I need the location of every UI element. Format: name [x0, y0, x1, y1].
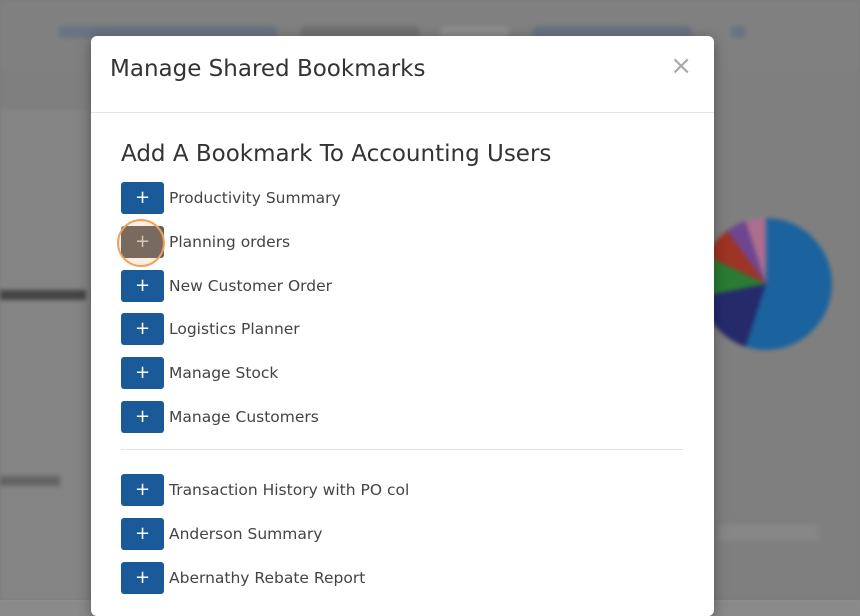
bookmark-list: + Productivity Summary + Planning orders…: [121, 182, 683, 605]
bookmark-item: + Manage Customers: [121, 400, 683, 433]
add-bookmark-button[interactable]: +: [121, 313, 164, 346]
bookmark-item: + Logistics Planner: [121, 313, 683, 346]
bookmark-item: + Productivity Summary: [121, 182, 683, 214]
bookmark-item: + Manage Stock: [121, 357, 683, 390]
modal-header: Manage Shared Bookmarks ×: [91, 36, 714, 113]
add-bookmark-button[interactable]: +: [121, 225, 164, 258]
add-bookmark-button[interactable]: +: [121, 473, 164, 506]
bookmark-label: Logistics Planner: [169, 320, 300, 339]
add-bookmark-button[interactable]: +: [121, 182, 164, 214]
add-bookmark-button[interactable]: +: [121, 269, 164, 302]
modal-title: Manage Shared Bookmarks: [110, 56, 426, 82]
bookmark-item: + Abernathy Rebate Report: [121, 561, 683, 594]
bookmark-label: Productivity Summary: [169, 189, 341, 207]
bookmark-item: + Transaction History with PO col: [121, 473, 683, 506]
bookmark-label: Abernathy Rebate Report: [169, 568, 366, 587]
bookmark-label: Planning orders: [169, 232, 291, 251]
bookmark-label: New Customer Order: [169, 276, 332, 295]
bookmark-label: Manage Stock: [169, 364, 279, 383]
add-bookmark-button[interactable]: +: [121, 561, 164, 594]
bookmark-item: + New Customer Order: [121, 269, 683, 302]
add-bookmark-button[interactable]: +: [121, 357, 164, 390]
bookmark-label: Transaction History with PO col: [169, 480, 410, 499]
section-title: Add A Bookmark To Accounting Users: [121, 141, 552, 167]
bookmark-item: + Planning orders: [121, 225, 683, 258]
manage-bookmarks-modal: Manage Shared Bookmarks × Add A Bookmark…: [91, 36, 714, 616]
section-divider: [121, 448, 683, 450]
add-bookmark-button[interactable]: +: [121, 517, 164, 550]
bookmark-label: Manage Customers: [169, 407, 319, 426]
bookmark-item: + Anderson Summary: [121, 517, 683, 550]
close-icon[interactable]: ×: [670, 53, 692, 79]
bookmark-label: Anderson Summary: [169, 524, 323, 543]
add-bookmark-button[interactable]: +: [121, 400, 164, 433]
